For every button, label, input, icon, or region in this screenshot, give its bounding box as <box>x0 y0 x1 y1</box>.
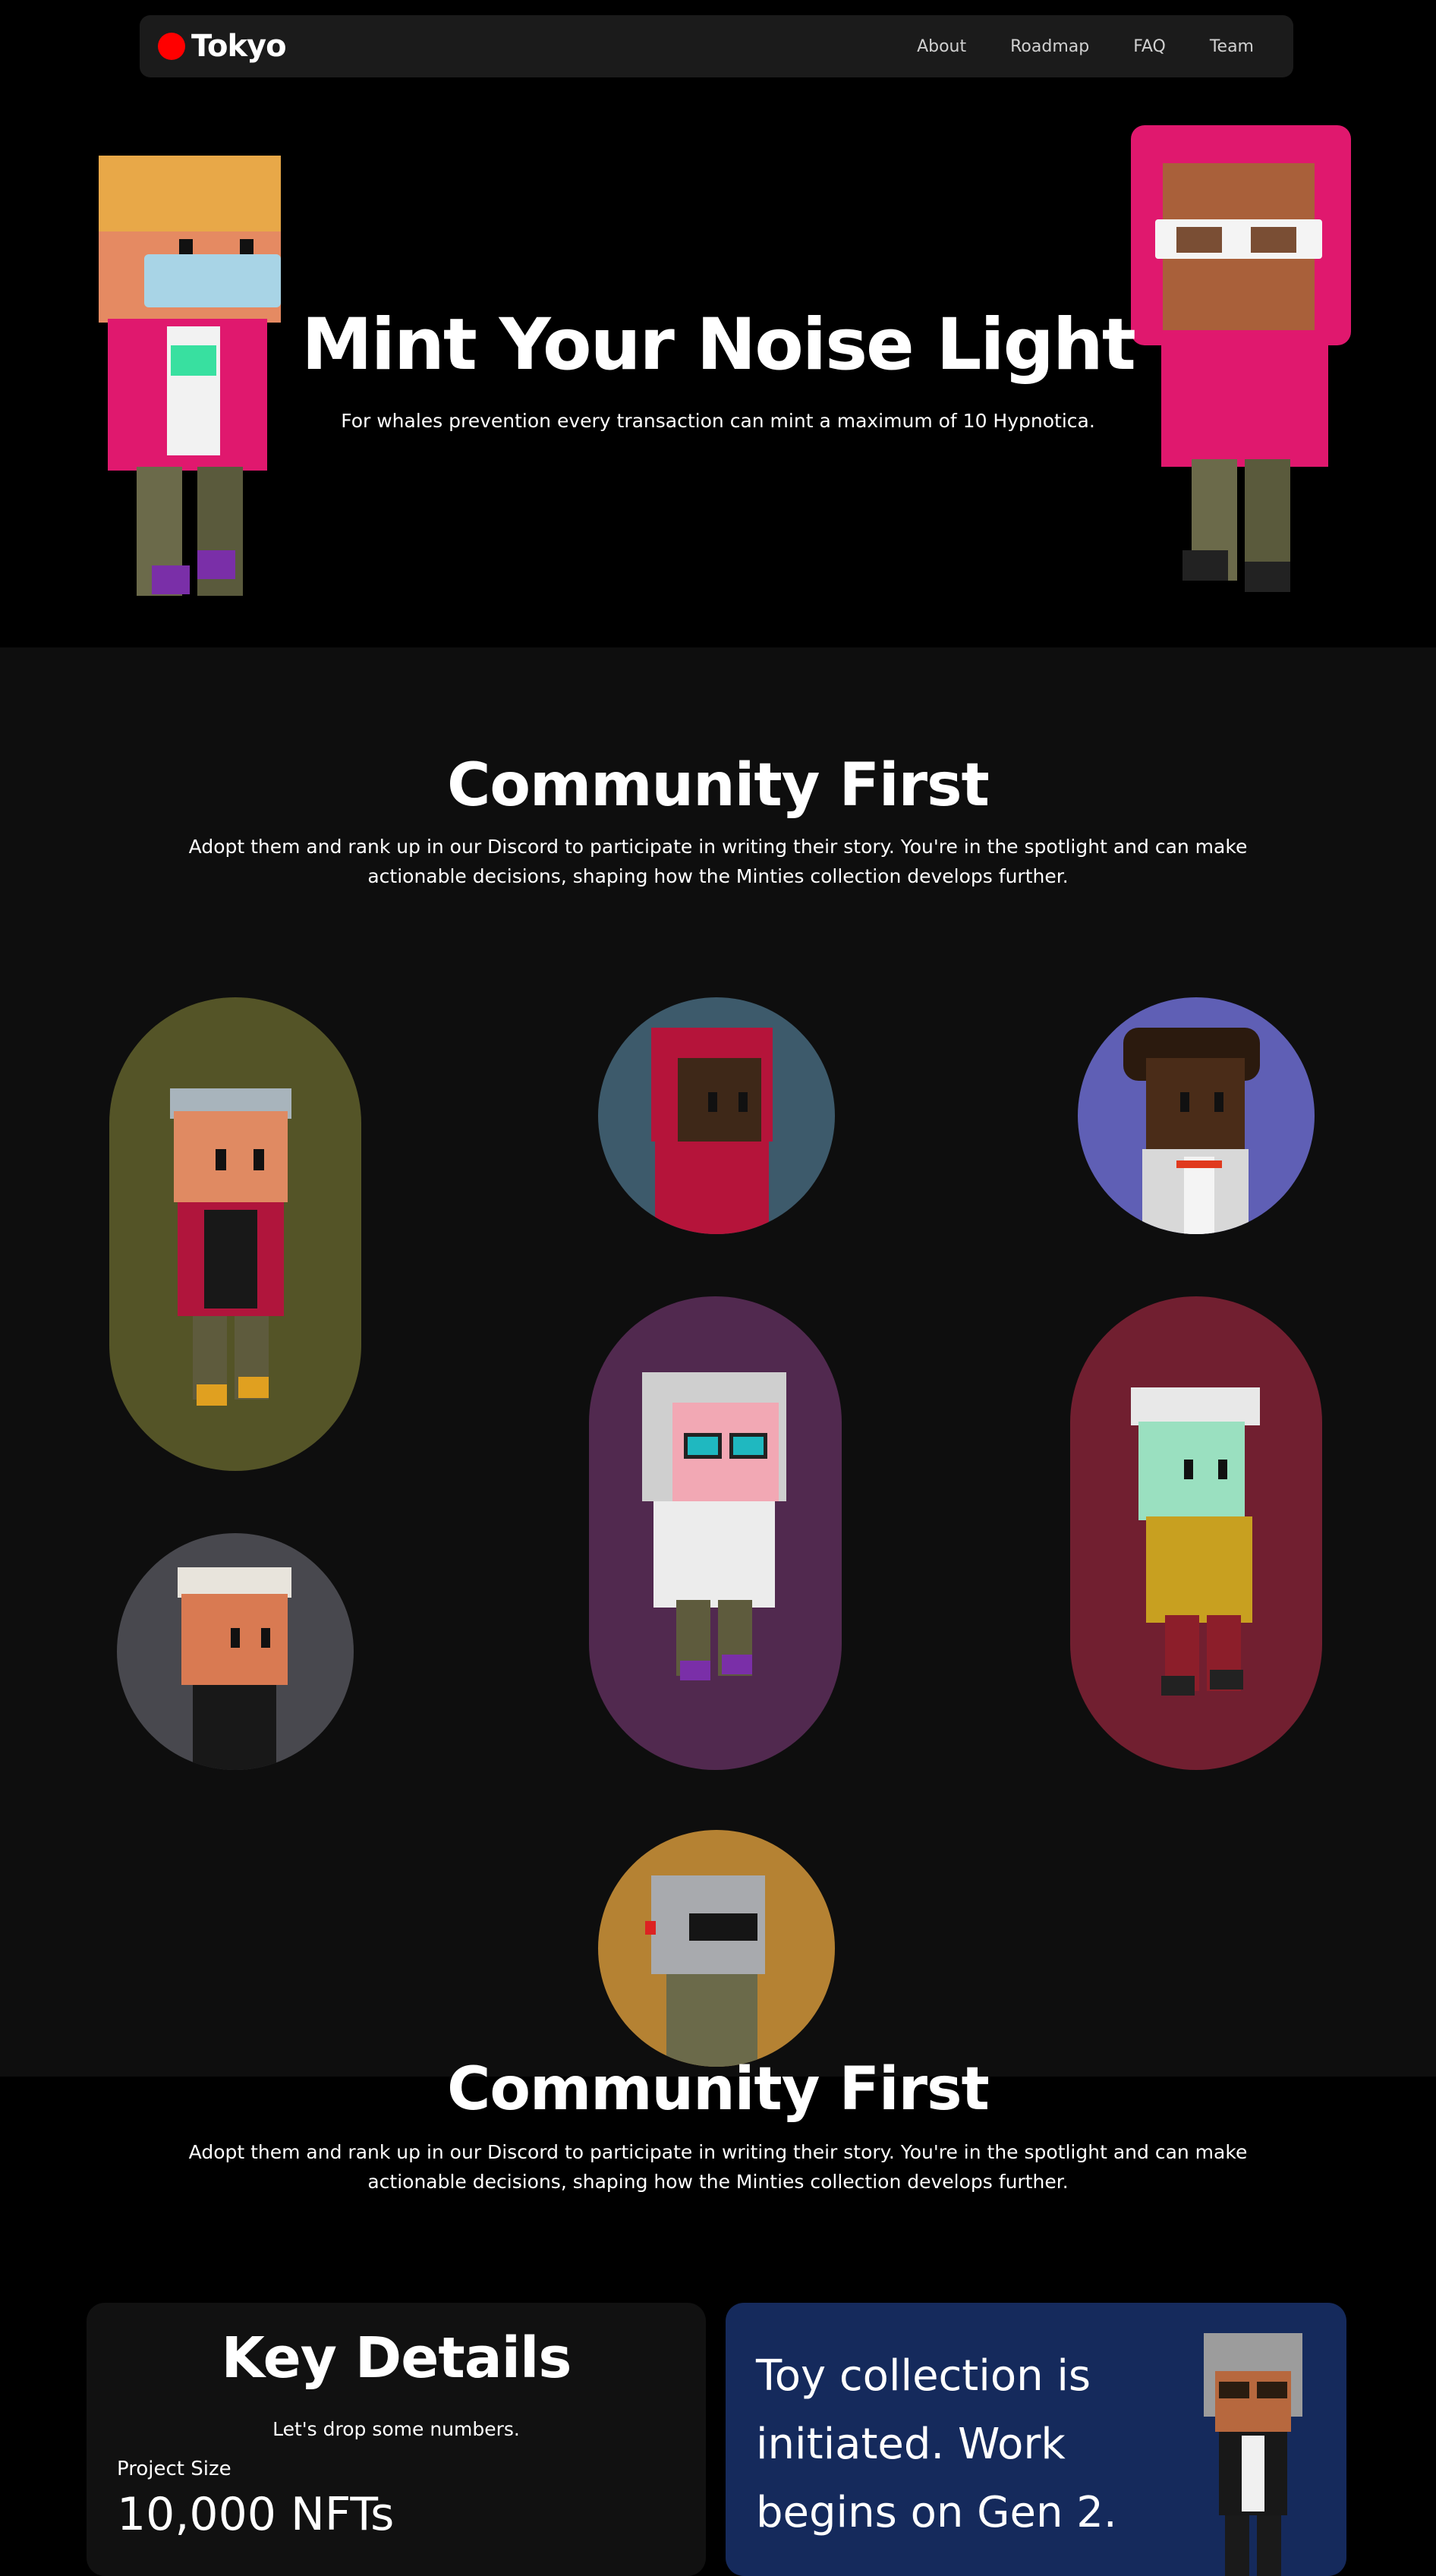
nav-link-roadmap[interactable]: Roadmap <box>1010 37 1089 56</box>
community-description: Adopt them and rank up in our Discord to… <box>188 836 1248 887</box>
character-curly-hair <box>1123 1028 1260 1234</box>
gallery-card-teal <box>598 997 835 1234</box>
character-white-cap <box>170 1567 299 1770</box>
key-details-card: Key Details Let's drop some numbers. Pro… <box>87 2303 706 2576</box>
community-description-repeat: Adopt them and rank up in our Discord to… <box>188 2141 1248 2193</box>
hero-title: Mint Your Noise Light <box>301 304 1136 386</box>
logo-dot-icon <box>158 33 185 60</box>
nav-link-faq[interactable]: FAQ <box>1133 37 1166 56</box>
gallery-card-olive <box>109 997 361 1471</box>
gallery-card-grey <box>117 1533 354 1770</box>
top-navbar: Tokyo About Roadmap FAQ Team <box>140 15 1293 77</box>
brand-logo[interactable]: Tokyo <box>158 29 287 64</box>
community-title: Community First <box>447 751 990 820</box>
character-zombie-cap <box>1131 1387 1268 1706</box>
character-robot-helmet <box>645 1875 780 2067</box>
nav-link-about[interactable]: About <box>917 37 966 56</box>
key-details-title: Key Details <box>221 2326 572 2391</box>
project-size-label: Project Size <box>117 2458 231 2480</box>
gallery-card-crimson <box>1070 1296 1322 1770</box>
toy-collection-text: Toy collection is initiated. Work begins… <box>756 2351 1117 2537</box>
character-grey-hair <box>1204 2333 1318 2576</box>
character-pig-mask <box>642 1372 786 1691</box>
gallery-card-violet <box>1078 997 1315 1234</box>
gallery-card-amber <box>598 1830 835 2067</box>
hero-character-left <box>91 156 281 626</box>
key-details-subtitle: Let's drop some numbers. <box>272 2418 520 2440</box>
gallery-card-plum <box>589 1296 842 1770</box>
project-size-value: 10,000 NFTs <box>117 2488 395 2541</box>
character-cap-skull-shirt <box>162 1088 299 1407</box>
character-red-hood <box>644 1028 780 1234</box>
community-title-repeat: Community First <box>447 2055 990 2124</box>
hero-subtitle: For whales prevention every transaction … <box>341 410 1095 432</box>
nav-links: About Roadmap FAQ Team <box>917 37 1254 56</box>
community-section: Community First Adopt them and rank up i… <box>0 647 1436 2077</box>
hero-section: Mint Your Noise Light For whales prevent… <box>0 0 1436 647</box>
nav-link-team[interactable]: Team <box>1210 37 1254 56</box>
toy-collection-card: Toy collection is initiated. Work begins… <box>726 2303 1346 2576</box>
brand-name: Tokyo <box>191 29 287 64</box>
